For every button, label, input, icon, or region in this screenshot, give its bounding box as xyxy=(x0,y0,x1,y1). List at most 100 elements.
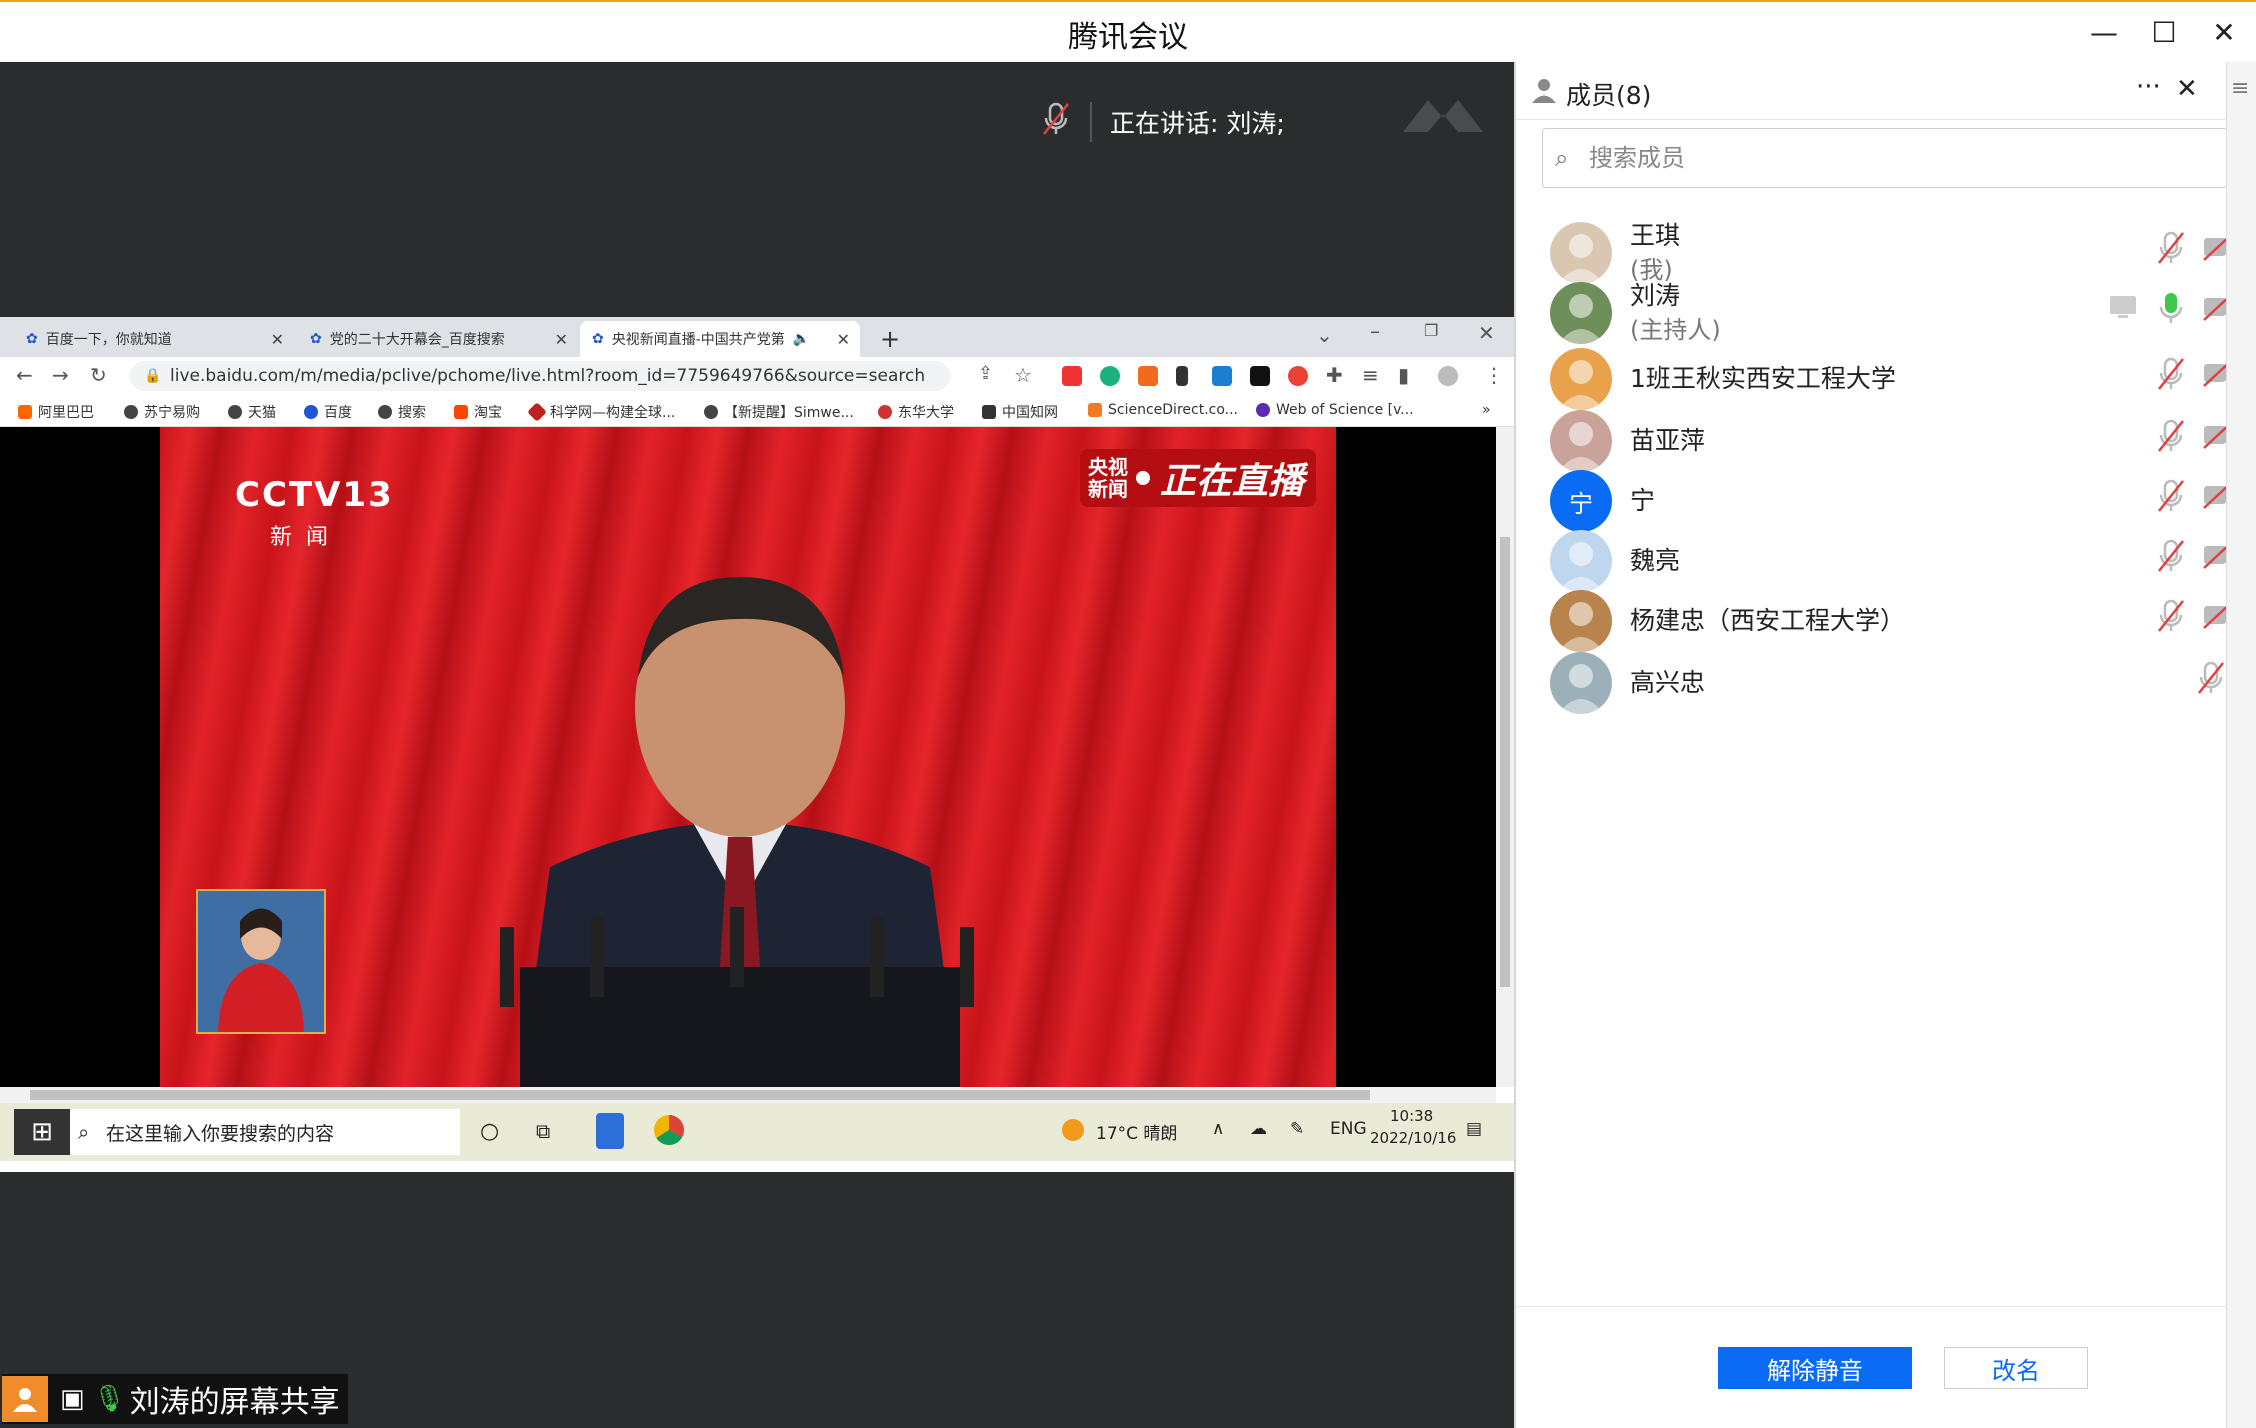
maximize-button[interactable]: ☐ xyxy=(2140,10,2188,54)
sign-language-inset xyxy=(196,889,326,1034)
extension-icon[interactable] xyxy=(1212,366,1232,386)
bookmark[interactable]: ScienceDirect.co... xyxy=(1088,402,1238,418)
member-name: 杨建忠（西安工程大学） xyxy=(1630,606,1906,635)
minimize-button[interactable]: — xyxy=(2080,10,2128,54)
bookmark[interactable]: 阿里巴巴 xyxy=(18,402,94,422)
language-indicator[interactable]: ENG xyxy=(1330,1119,1367,1139)
mic-muted-icon[interactable] xyxy=(2156,356,2186,392)
rename-button[interactable]: 改名 xyxy=(1944,1347,2088,1389)
bookmark[interactable]: 天猫 xyxy=(228,402,276,422)
extension-icon[interactable] xyxy=(1250,366,1270,386)
live-video[interactable]: CCTV13 新闻 央视新闻 正在直播 xyxy=(160,427,1336,1087)
mic-muted-icon[interactable] xyxy=(2156,538,2186,574)
browser-tab-active[interactable]: ✿ 央视新闻直播-中国共产党第 🔈 ✕ xyxy=(580,321,860,357)
pen-icon[interactable]: ✎ xyxy=(1290,1119,1304,1139)
profile-icon[interactable] xyxy=(1438,366,1458,386)
browser-tab[interactable]: ✿ 党的二十大开幕会_百度搜索 ✕ xyxy=(298,321,578,357)
extension-icon[interactable] xyxy=(1138,366,1158,386)
member-name: 魏亮 xyxy=(1630,546,1681,575)
mic-muted-icon[interactable] xyxy=(2156,598,2186,634)
reading-list-icon[interactable]: ≡ xyxy=(1362,363,1379,387)
shared-screen[interactable]: ✿ 百度一下，你就知道 ✕ ✿ 党的二十大开幕会_百度搜索 ✕ ✿ 央视新闻直播… xyxy=(0,317,1514,1172)
speaker-icon[interactable]: 🔈 xyxy=(793,331,810,347)
side-rail: ≡ xyxy=(2226,62,2256,1428)
clock-time[interactable]: 10:38 xyxy=(1390,1107,1433,1125)
speaking-indicator: 正在讲话: 刘涛; xyxy=(1040,98,1285,146)
extension-icon[interactable] xyxy=(1176,366,1188,386)
tab-close-icon[interactable]: ✕ xyxy=(837,330,850,349)
star-icon[interactable]: ☆ xyxy=(1014,363,1032,387)
tencent-meeting-taskbar-icon[interactable] xyxy=(596,1113,624,1149)
mic-muted-icon[interactable] xyxy=(2156,418,2186,454)
close-panel-icon[interactable]: ✕ xyxy=(2176,74,2198,104)
scroll-thumb[interactable] xyxy=(1500,537,1510,987)
horizontal-scrollbar[interactable] xyxy=(0,1087,1496,1103)
browser-minimize-icon[interactable]: – xyxy=(1370,319,1380,343)
puzzle-icon[interactable]: ✚ xyxy=(1326,363,1343,387)
wos-icon xyxy=(1256,403,1270,417)
mic-muted-icon[interactable] xyxy=(2156,230,2186,266)
bookmark[interactable]: 科学网—构建全球... xyxy=(527,402,675,422)
members-search-input[interactable]: ⌕ 搜索成员 xyxy=(1542,128,2232,188)
hamburger-menu-icon[interactable]: ≡ xyxy=(2231,76,2249,101)
menu-dots-icon[interactable]: ⋮ xyxy=(1484,363,1504,387)
bookmark[interactable]: 百度 xyxy=(304,402,352,422)
chevron-up-icon[interactable]: ∧ xyxy=(1212,1119,1224,1139)
live-dot-icon xyxy=(1136,471,1150,485)
task-view-icon[interactable]: ⧉ xyxy=(536,1119,550,1143)
bookmarks-more-button[interactable]: » xyxy=(1482,402,1491,418)
bookmark[interactable]: Web of Science [v... xyxy=(1256,402,1414,418)
screen-share-icon xyxy=(2108,294,2138,330)
browser-close-icon[interactable]: ✕ xyxy=(1478,321,1495,345)
cortana-icon[interactable]: ○ xyxy=(480,1119,499,1144)
chrome-taskbar-icon[interactable] xyxy=(654,1115,684,1145)
bookmark[interactable]: 【新提醒】Simwe... xyxy=(704,402,854,422)
grammarly-icon[interactable] xyxy=(1100,366,1120,386)
vertical-scrollbar[interactable] xyxy=(1496,427,1514,1087)
browser-tab[interactable]: ✿ 百度一下，你就知道 ✕ xyxy=(14,321,294,357)
weather-text[interactable]: 17°C 晴朗 xyxy=(1096,1119,1177,1144)
back-icon[interactable]: ← xyxy=(16,363,33,387)
reload-icon[interactable]: ↻ xyxy=(90,363,107,387)
screen-share-label: ▣ 🎙 刘涛的屏幕共享 xyxy=(2,1374,348,1424)
mic-active-icon[interactable] xyxy=(2156,290,2186,326)
bookmark-favicon-icon xyxy=(18,405,32,419)
search-icon: ⌕ xyxy=(1555,144,1569,172)
windows-start-icon[interactable]: ⊞ xyxy=(14,1109,70,1155)
new-tab-button[interactable]: + xyxy=(868,321,912,357)
adblock-icon[interactable] xyxy=(1062,366,1082,386)
scroll-thumb[interactable] xyxy=(30,1090,1370,1100)
bookmark[interactable]: 淘宝 xyxy=(454,402,502,422)
member-name: 苗亚萍 xyxy=(1630,426,1706,455)
mic-muted-icon[interactable] xyxy=(2156,478,2186,514)
more-options-icon[interactable]: ··· xyxy=(2136,72,2161,102)
bookmark[interactable]: 苏宁易购 xyxy=(124,402,200,422)
member-row[interactable]: 高兴忠 xyxy=(1516,646,2256,730)
windows-taskbar: ⊞ ⌕ 在这里输入你要搜索的内容 ○ ⧉ 17°C 晴朗 ∧ ☁ ✎ ENG 1… xyxy=(0,1103,1514,1161)
chevron-down-icon[interactable]: ⌄ xyxy=(1316,323,1333,347)
sidebar-icon[interactable]: ▮ xyxy=(1398,363,1409,387)
bookmark[interactable]: 搜索 xyxy=(378,402,426,422)
unmute-all-button[interactable]: 解除静音 xyxy=(1718,1347,1912,1389)
channel-subtitle: 新闻 xyxy=(270,525,343,550)
close-button[interactable]: ✕ xyxy=(2200,10,2248,54)
forward-icon[interactable]: → xyxy=(52,363,69,387)
browser-restore-icon[interactable]: ❐ xyxy=(1424,321,1438,340)
bookmark[interactable]: 东华大学 xyxy=(878,402,954,422)
video-player[interactable]: CCTV13 新闻 央视新闻 正在直播 xyxy=(0,427,1496,1087)
mic-icon: 🎙 xyxy=(92,1384,126,1414)
bookmark[interactable]: 中国知网 xyxy=(982,402,1058,422)
clock-date[interactable]: 2022/10/16 xyxy=(1370,1129,1456,1147)
extension-icon[interactable] xyxy=(1288,366,1308,386)
taskbar-search-input[interactable]: ⌕ 在这里输入你要搜索的内容 xyxy=(70,1109,460,1155)
mic-muted-icon[interactable] xyxy=(2196,660,2226,696)
avatar: 宁 xyxy=(1550,470,1612,532)
tab-close-icon[interactable]: ✕ xyxy=(555,330,568,349)
avatar xyxy=(1550,652,1612,714)
tray-cloud-icon[interactable]: ☁ xyxy=(1250,1119,1267,1139)
tab-close-icon[interactable]: ✕ xyxy=(271,330,284,349)
notification-icon[interactable]: ▤ xyxy=(1466,1119,1482,1139)
speaking-text: 正在讲话: 刘涛; xyxy=(1110,109,1285,138)
address-bar[interactable]: 🔒 live.baidu.com/m/media/pclive/pchome/l… xyxy=(130,361,950,391)
share-icon[interactable]: ⇪ xyxy=(978,363,993,384)
